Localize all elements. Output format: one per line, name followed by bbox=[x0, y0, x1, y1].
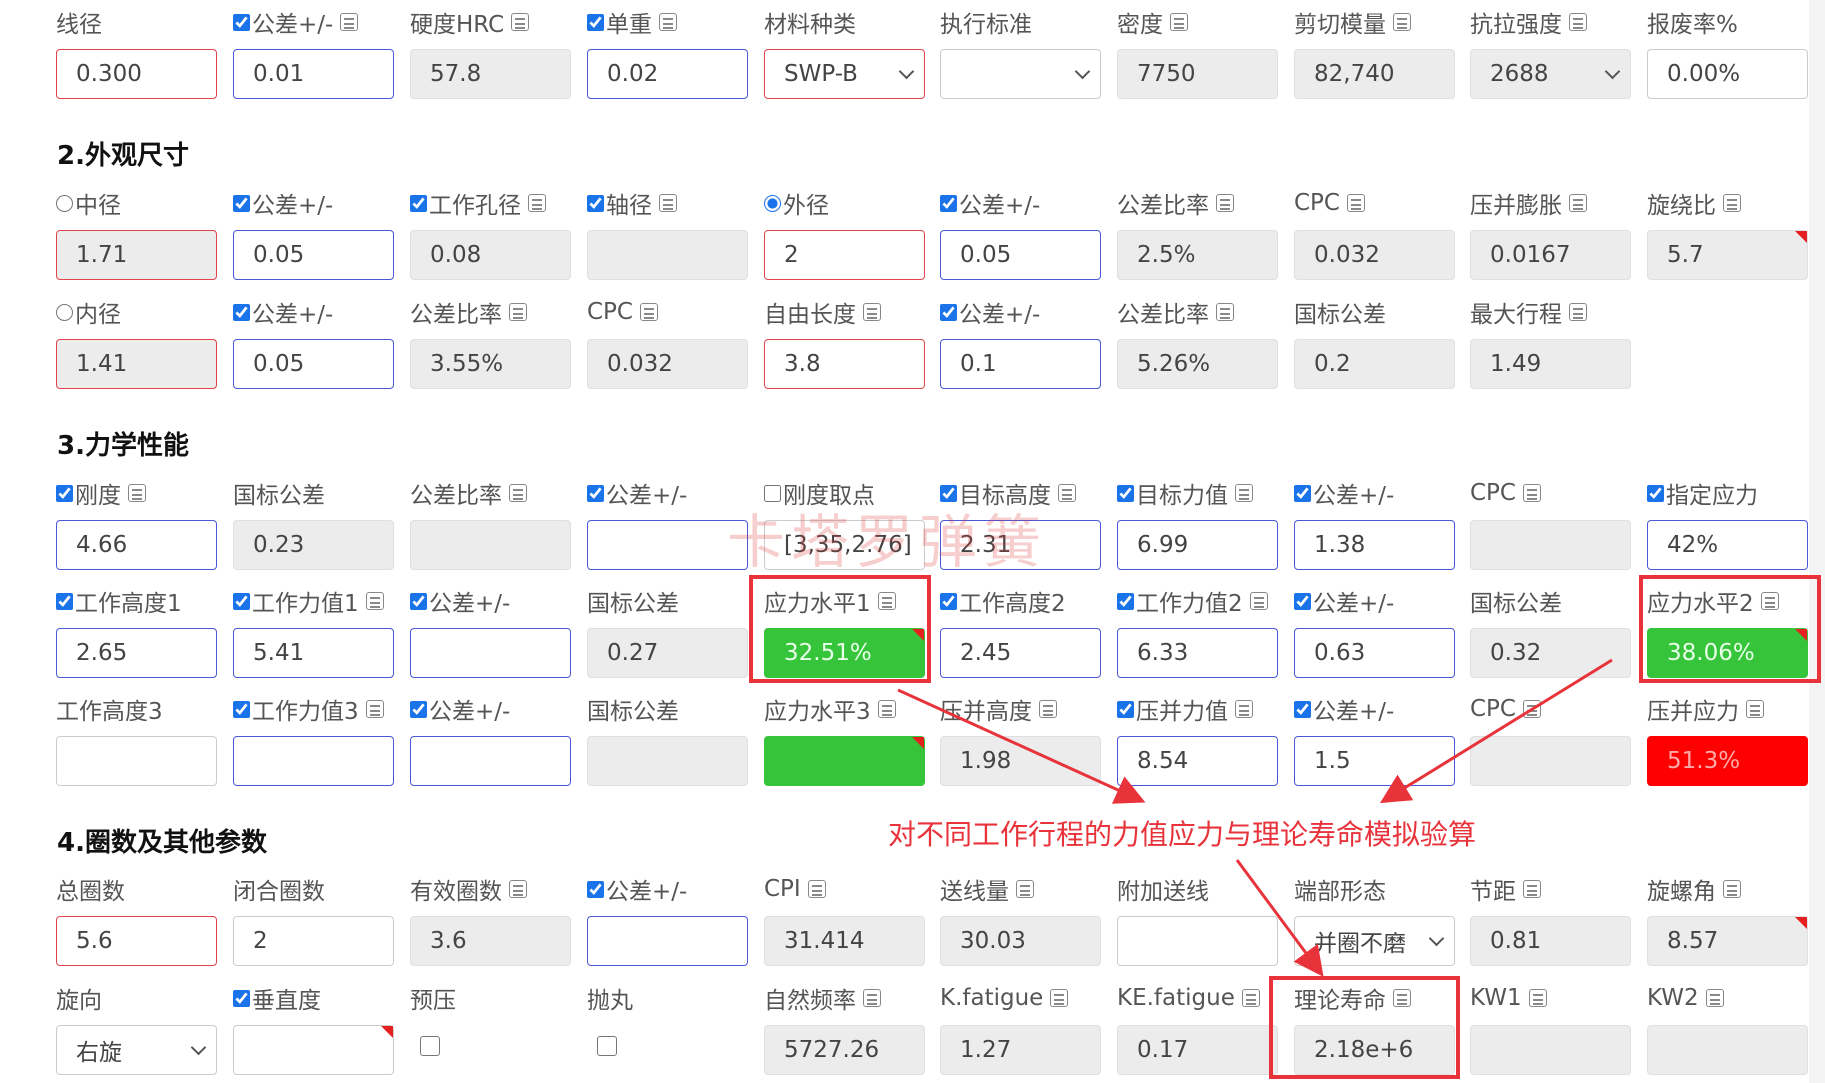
annotation-text: 对不同工作行程的力值应力与理论寿命模拟验算 bbox=[888, 818, 1477, 851]
annotation-arrows bbox=[897, 658, 1613, 977]
